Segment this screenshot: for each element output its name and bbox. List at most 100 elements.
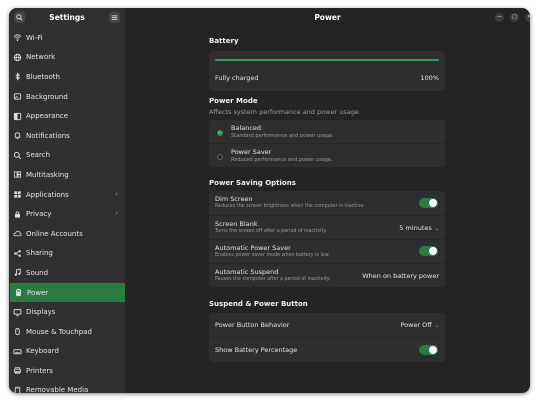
mouse-icon: [13, 327, 22, 336]
sidebar-item-power[interactable]: Power: [10, 282, 125, 303]
sidebar-item-label: Online Accounts: [26, 229, 83, 238]
suspend-section-title: Suspend & Power Button: [209, 300, 308, 308]
battery-percentage-row: Show Battery Percentage: [209, 338, 445, 362]
auto-suspend-desc: Pauses the computer after a period of in…: [215, 277, 331, 282]
power-mode-balanced-row[interactable]: Balanced Standard performance and power …: [209, 120, 445, 143]
sidebar-item-applications[interactable]: Applications ›: [9, 185, 125, 205]
power-icon: [14, 288, 23, 297]
sidebar-item-label: Search: [26, 151, 51, 160]
sidebar-item-sharing[interactable]: Sharing: [9, 244, 125, 264]
displays-icon: [13, 308, 22, 317]
privacy-icon: [13, 210, 22, 219]
maximize-button[interactable]: □: [510, 13, 519, 22]
sidebar-item-online-accounts[interactable]: Online Accounts: [9, 224, 125, 244]
dim-screen-desc: Reduces the screen brightness when the c…: [215, 204, 365, 209]
sidebar-item-appearance[interactable]: Appearance: [9, 106, 125, 126]
sidebar-item-wi-fi[interactable]: Wi-Fi: [9, 28, 125, 48]
screen-blank-dropdown[interactable]: 5 minutes ⌄: [399, 224, 439, 232]
screen-blank-desc: Turns the screen off after a period of i…: [215, 229, 328, 234]
sidebar-item-multitasking[interactable]: Multitasking: [9, 165, 125, 185]
chevron-down-icon: ⌄: [434, 323, 439, 329]
applications-icon: [13, 190, 22, 199]
screen-blank-value: 5 minutes: [399, 224, 432, 232]
battery-percentage-label: Show Battery Percentage: [215, 346, 298, 354]
power-button-dropdown[interactable]: Power Off ⌄: [400, 321, 439, 329]
power-mode-saver-row[interactable]: Power Saver Reduced performance and powe…: [209, 144, 445, 167]
sidebar-item-printers[interactable]: Printers: [9, 361, 125, 381]
sidebar-item-network[interactable]: Network: [9, 48, 125, 68]
sidebar-item-label: Applications: [26, 190, 69, 199]
search-icon: [13, 151, 22, 160]
wifi-icon: [13, 33, 22, 42]
chevron-right-icon: ›: [115, 209, 118, 218]
battery-level-track: [215, 59, 439, 61]
chevron-down-icon: ⌄: [434, 226, 439, 232]
sidebar-item-label: Keyboard: [26, 347, 59, 356]
power-mode-card: Balanced Standard performance and power …: [209, 120, 445, 167]
bell-icon: [13, 131, 22, 140]
sidebar-item-label: Background: [26, 92, 68, 101]
balanced-desc: Standard performance and power usage.: [231, 133, 334, 139]
settings-window: Settings Wi-Fi Network Bluetooth Background…: [9, 8, 530, 393]
sidebar-item-label: Privacy: [26, 210, 52, 219]
sidebar-item-label: Wi-Fi: [26, 33, 43, 42]
dim-screen-row: Dim Screen Reduces the screen brightness…: [209, 191, 445, 215]
multitasking-icon: [13, 170, 22, 179]
close-icon: ✕: [527, 14, 530, 20]
power-button-label: Power Button Behavior: [215, 321, 290, 329]
sidebar-item-notifications[interactable]: Notifications: [9, 126, 125, 146]
balanced-radio[interactable]: [217, 130, 223, 136]
balanced-label: Balanced: [231, 124, 262, 132]
header-bar: Power — □ ✕: [125, 8, 530, 30]
sidebar-item-displays[interactable]: Displays: [9, 302, 125, 322]
sidebar-item-label: Removable Media: [26, 386, 89, 393]
battery-percentage-toggle[interactable]: [419, 345, 438, 355]
background-icon: [13, 92, 22, 101]
power-saving-card: Dim Screen Reduces the screen brightness…: [209, 191, 445, 287]
sidebar-item-removable-media[interactable]: Removable Media: [9, 381, 125, 393]
power-button-value: Power Off: [400, 321, 432, 329]
sidebar-title: Settings: [49, 13, 85, 22]
dim-screen-toggle[interactable]: [419, 198, 438, 208]
sidebar-item-label: Power: [27, 288, 49, 297]
main-panel: Power — □ ✕ Battery Fully charged 100% P…: [125, 8, 530, 393]
sidebar-item-label: Appearance: [26, 112, 69, 121]
battery-percent: 100%: [420, 74, 439, 82]
sidebar-item-label: Displays: [26, 308, 56, 317]
battery-level-fill: [215, 59, 439, 61]
chevron-right-icon: ›: [115, 189, 118, 198]
sidebar-item-privacy[interactable]: Privacy ›: [9, 204, 125, 224]
close-button[interactable]: ✕: [525, 13, 530, 22]
sidebar-item-background[interactable]: Background: [9, 87, 125, 107]
appearance-icon: [13, 112, 22, 121]
auto-suspend-label: Automatic Suspend: [215, 268, 279, 276]
battery-status: Fully charged: [215, 74, 259, 82]
minimize-button[interactable]: —: [495, 13, 504, 22]
screen-blank-row[interactable]: Screen Blank Turns the screen off after …: [209, 216, 445, 239]
sidebar-list: Wi-Fi Network Bluetooth Background Appearanc…: [9, 28, 125, 393]
sidebar-item-search[interactable]: Search: [9, 146, 125, 166]
sidebar-item-label: Bluetooth: [26, 72, 60, 81]
power-button-row[interactable]: Power Button Behavior Power Off ⌄: [209, 313, 445, 337]
maximize-icon: □: [512, 14, 517, 20]
sidebar-item-sound[interactable]: Sound: [9, 263, 125, 283]
sound-icon: [13, 268, 22, 277]
hamburger-icon: [111, 15, 118, 20]
menu-button[interactable]: [109, 12, 120, 23]
power-mode-title: Power Mode: [209, 97, 258, 105]
sidebar-item-label: Multitasking: [26, 170, 69, 179]
suspend-card: Power Button Behavior Power Off ⌄ Show Ba…: [209, 313, 445, 362]
sidebar-item-mouse-touchpad[interactable]: Mouse & Touchpad: [9, 322, 125, 342]
power-saver-radio[interactable]: [217, 154, 223, 160]
sidebar-item-label: Notifications: [26, 131, 70, 140]
auto-power-saver-toggle[interactable]: [419, 246, 438, 256]
power-saving-title: Power Saving Options: [209, 179, 296, 187]
sidebar-item-keyboard[interactable]: Keyboard: [9, 342, 125, 362]
screen-blank-label: Screen Blank: [215, 220, 258, 228]
sidebar-item-label: Sharing: [26, 249, 53, 258]
dim-screen-label: Dim Screen: [215, 195, 253, 203]
power-saver-label: Power Saver: [231, 148, 272, 156]
sidebar-item-bluetooth[interactable]: Bluetooth: [9, 67, 125, 87]
auto-suspend-row[interactable]: Automatic Suspend Pauses the computer af…: [209, 264, 445, 287]
battery-card: Fully charged 100%: [209, 51, 445, 91]
